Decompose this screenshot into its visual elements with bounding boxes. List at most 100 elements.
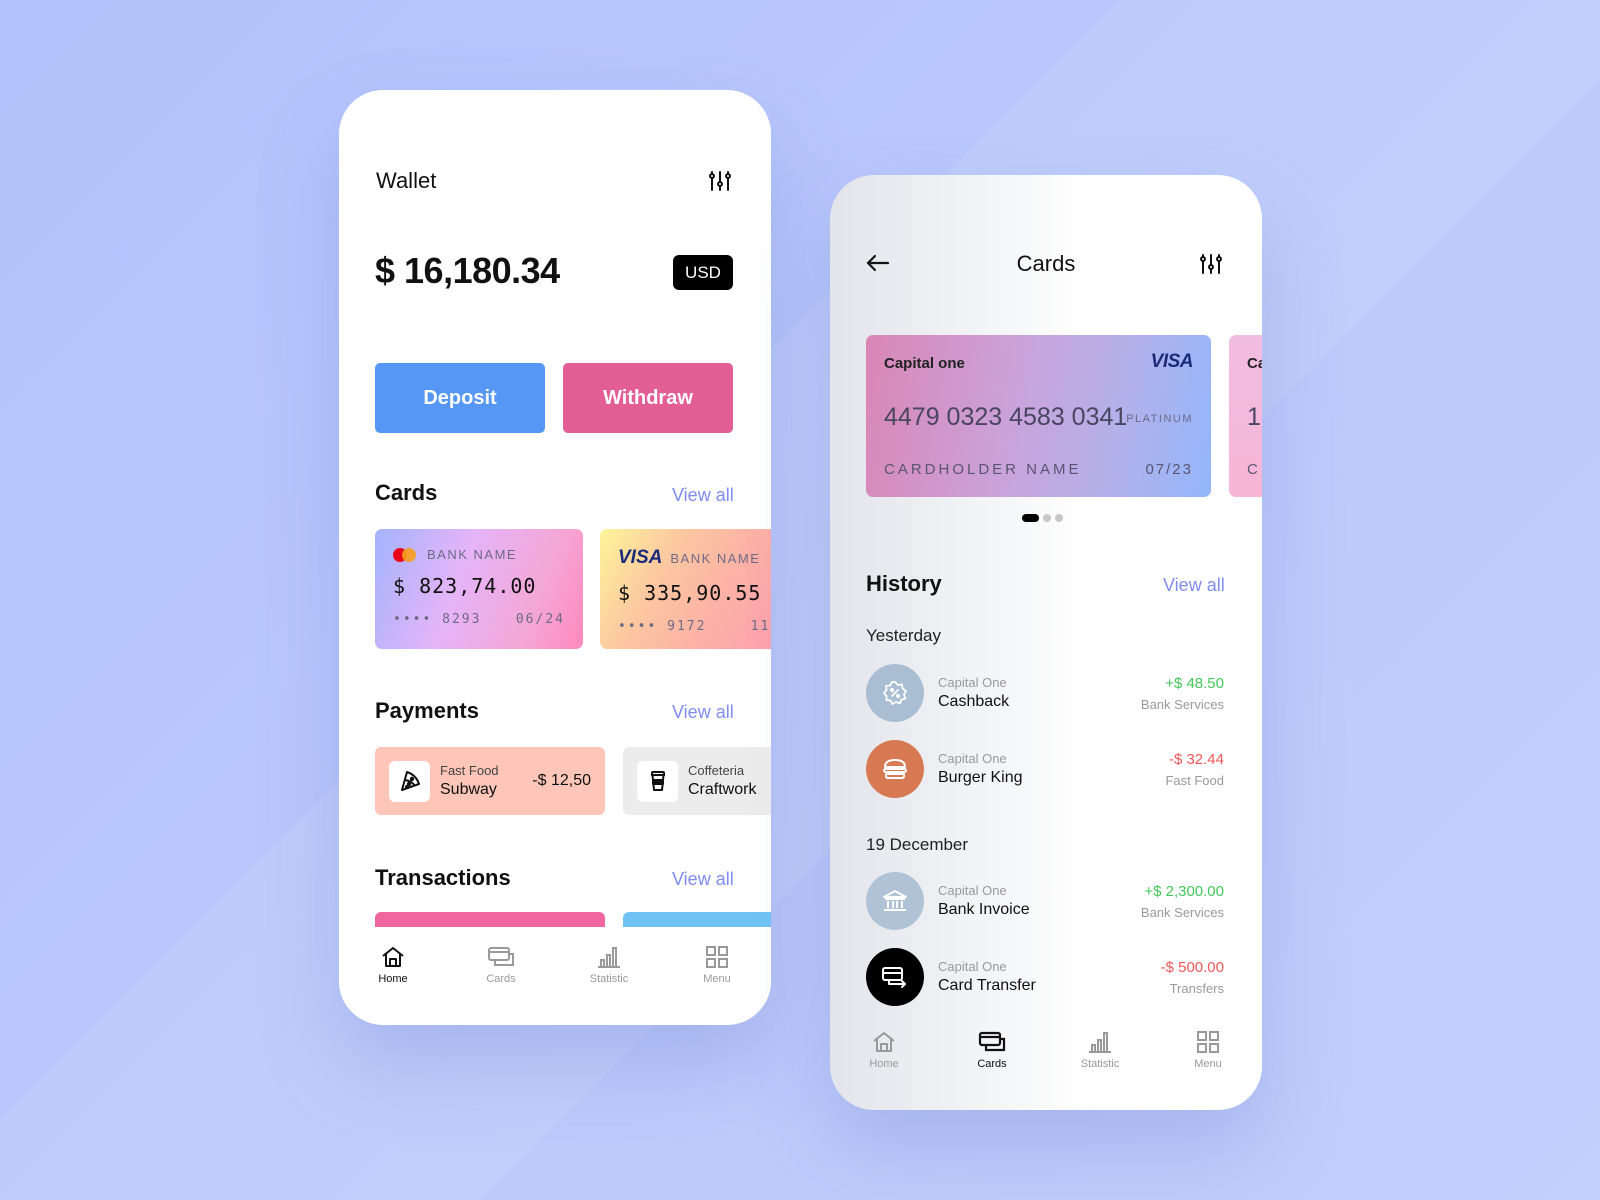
history-category: Fast Food [1165, 772, 1224, 788]
card-expiry: 11/2 [750, 619, 771, 634]
history-section-title: History [866, 571, 942, 596]
history-item[interactable]: Capital One Card Transfer -$ 500.00 Tran… [866, 948, 1224, 1006]
card-tier: PLATINUM [1126, 413, 1193, 425]
bottom-nav: Home Cards Statistic Menu [339, 927, 771, 1007]
currency-selector[interactable]: USD [673, 255, 733, 290]
nav-home[interactable]: Home [339, 927, 447, 1007]
history-category: Bank Services [1140, 696, 1224, 712]
card-masked-number: •••• 9172 [618, 619, 707, 634]
history-category: Transfers [1169, 980, 1224, 996]
bank-card-mini[interactable]: BANK NAME $ 823,74.00 •••• 8293 06/24 [375, 529, 583, 649]
filter-button[interactable] [707, 168, 733, 194]
card-masked-number: •••• 8293 [393, 612, 482, 627]
history-amount: +$ 2,300.00 [1144, 882, 1224, 900]
card-number: 4479 0323 4583 0341 [884, 403, 1128, 431]
history-amount: -$ 32.44 [1168, 750, 1224, 768]
withdraw-button[interactable]: Withdraw [563, 363, 733, 433]
home-icon [382, 947, 404, 967]
bank-building-icon [883, 890, 907, 911]
history-amount: +$ 48.50 [1165, 674, 1224, 692]
payment-name: Subway [440, 781, 497, 798]
card-balance: $ 823,74.00 [393, 574, 537, 598]
history-group-label: 19 December [866, 835, 969, 854]
nav-cards[interactable]: Cards [938, 1012, 1046, 1092]
transactions-view-all-link[interactable]: View all [672, 869, 734, 890]
carousel-dot[interactable] [1055, 514, 1063, 522]
bank-card-mini[interactable]: VISA BANK NAME $ 335,90.55 •••• 9172 11/… [600, 529, 771, 649]
burger-icon [883, 759, 907, 779]
card-bank-name: BANK NAME [427, 547, 518, 562]
nav-label: Cards [977, 1058, 1007, 1070]
mastercard-icon [393, 547, 416, 562]
carousel-dot[interactable] [1022, 514, 1039, 522]
history-group-label: Yesterday [866, 626, 941, 645]
card-balance: $ 335,90.55 [618, 581, 762, 605]
filter-button[interactable] [1198, 251, 1224, 277]
nav-label: Cards [486, 973, 516, 985]
cashback-badge-icon [883, 681, 907, 705]
card-transfer-icon [882, 967, 906, 988]
nav-cards[interactable]: Cards [447, 927, 555, 1007]
cardholder-name: C. [1247, 461, 1262, 478]
nav-menu[interactable]: Menu [1154, 1012, 1262, 1092]
sliders-icon [709, 171, 731, 191]
nav-home[interactable]: Home [830, 1012, 938, 1092]
deposit-button[interactable]: Deposit [375, 363, 545, 433]
nav-label: Home [378, 973, 408, 985]
carousel-dot[interactable] [1043, 514, 1051, 522]
sliders-icon [1200, 254, 1222, 274]
grid-icon [1197, 1031, 1219, 1053]
cards-view-all-link[interactable]: View all [672, 485, 734, 506]
card-bank-name: Ca [1247, 355, 1262, 372]
nav-statistic[interactable]: Statistic [555, 927, 663, 1007]
card-number: 19 [1247, 403, 1262, 431]
cards-screen: Cards Capital one VISA 4479 0323 4583 03… [830, 175, 1262, 1110]
cards-section-title: Cards [375, 480, 438, 505]
history-bank: Capital One [938, 959, 1007, 974]
card-bank-name: BANK NAME [670, 550, 761, 566]
nav-label: Menu [703, 973, 731, 985]
history-name: Card Transfer [938, 977, 1036, 994]
nav-menu[interactable]: Menu [663, 927, 771, 1007]
payment-item[interactable]: Fast Food Subway -$ 12,50 [375, 747, 605, 815]
visa-icon: VISA [618, 547, 663, 568]
pizza-icon [400, 771, 420, 791]
nav-label: Home [869, 1058, 899, 1070]
home-icon [873, 1032, 895, 1052]
cards-icon [488, 947, 514, 966]
cardholder-name: CARDHOLDER NAME [884, 461, 1082, 478]
background-band [0, 0, 1600, 1200]
history-bank: Capital One [938, 883, 1007, 898]
history-bank: Capital One [938, 751, 1007, 766]
bar-chart-icon [1089, 1032, 1111, 1053]
coffee-cup-icon [650, 771, 665, 791]
history-view-all-link[interactable]: View all [1163, 575, 1225, 596]
payments-section-title: Payments [375, 698, 479, 723]
history-item[interactable]: Capital One Cashback +$ 48.50 Bank Servi… [866, 664, 1224, 722]
card-expiry: 06/24 [515, 612, 565, 627]
history-item[interactable]: Capital One Burger King -$ 32.44 Fast Fo… [866, 740, 1224, 798]
carousel-indicator [1022, 514, 1063, 522]
transactions-section-title: Transactions [375, 865, 511, 890]
card-expiry: 07/23 [1145, 461, 1193, 478]
nav-statistic[interactable]: Statistic [1046, 1012, 1154, 1092]
bottom-nav: Home Cards Statistic Menu [830, 1012, 1262, 1092]
credit-card[interactable]: Capital one VISA 4479 0323 4583 0341 PLA… [866, 335, 1211, 497]
card-bank-name: Capital one [884, 355, 965, 372]
bar-chart-icon [598, 947, 620, 968]
payment-category: Fast Food [440, 763, 499, 778]
cards-icon [978, 1031, 1006, 1052]
payment-item[interactable]: Coffeteria Craftwork [623, 747, 771, 815]
history-name: Cashback [938, 693, 1010, 710]
history-bank: Capital One [938, 675, 1007, 690]
next-credit-card[interactable]: Ca 19 C. [1229, 335, 1262, 497]
payments-view-all-link[interactable]: View all [672, 702, 734, 723]
history-item[interactable]: Capital One Bank Invoice +$ 2,300.00 Ban… [866, 872, 1224, 930]
history-name: Burger King [938, 769, 1023, 786]
page-title: Wallet [376, 168, 437, 193]
balance-amount: $ 16,180.34 [375, 250, 560, 291]
nav-label: Menu [1194, 1058, 1222, 1070]
history-category: Bank Services [1140, 904, 1224, 920]
payment-category: Coffeteria [688, 763, 745, 778]
grid-icon [706, 946, 728, 968]
